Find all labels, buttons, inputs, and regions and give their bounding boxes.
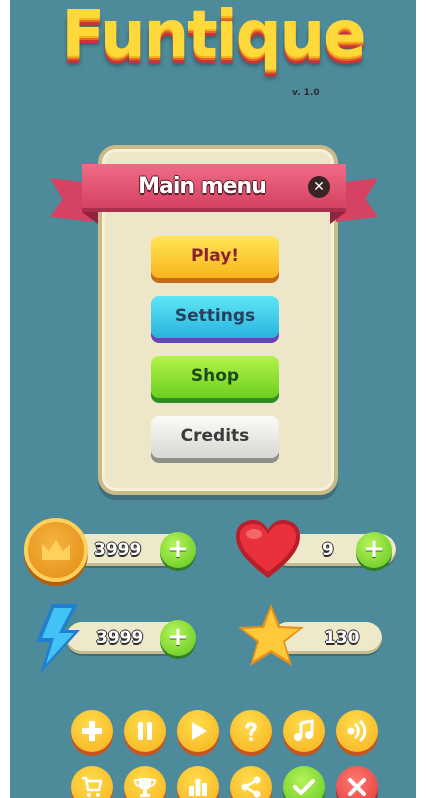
lives-value: 9 <box>322 540 334 560</box>
main-menu-header: Main menu ✕ <box>82 164 346 212</box>
music-button[interactable] <box>283 710 325 752</box>
pause-button[interactable] <box>124 710 166 752</box>
version-label: v. 1.0 <box>292 88 320 98</box>
play-circle-button[interactable] <box>177 710 219 752</box>
play-icon <box>192 722 207 740</box>
sound-button[interactable] <box>336 710 378 752</box>
play-button[interactable]: Play! <box>151 236 279 278</box>
add-coins-button[interactable]: + <box>160 532 196 568</box>
plus-icon <box>82 721 102 741</box>
credits-button[interactable]: Credits <box>151 416 279 458</box>
star-icon <box>238 604 304 666</box>
confirm-button[interactable] <box>283 766 325 798</box>
add-energy-button[interactable]: + <box>160 620 196 656</box>
close-menu-button[interactable]: ✕ <box>308 176 330 198</box>
plus-button[interactable] <box>71 710 113 752</box>
cart-button[interactable] <box>71 766 113 798</box>
leaderboard-button[interactable] <box>177 766 219 798</box>
add-lives-button[interactable]: + <box>356 532 392 568</box>
check-icon <box>293 779 315 795</box>
cart-icon <box>82 776 103 797</box>
pause-icon <box>138 722 152 740</box>
lightning-icon <box>36 604 80 674</box>
game-screen: Funtique v. 1.0 Main menu ✕ Play! Settin… <box>10 0 416 798</box>
close-icon <box>348 778 366 796</box>
game-logo: Funtique <box>61 0 367 72</box>
music-icon <box>294 719 314 741</box>
shop-button[interactable]: Shop <box>151 356 279 398</box>
share-button[interactable] <box>230 766 272 798</box>
cancel-button[interactable] <box>336 766 378 798</box>
energy-value: 3999 <box>96 628 144 648</box>
heart-icon <box>236 520 300 578</box>
help-button[interactable] <box>230 710 272 752</box>
coins-value: 3999 <box>94 540 142 560</box>
settings-button[interactable]: Settings <box>151 296 279 338</box>
main-menu-title: Main menu <box>138 174 267 199</box>
trophy-icon <box>133 778 157 797</box>
leaderboard-icon <box>189 779 207 796</box>
help-icon <box>245 722 257 741</box>
trophy-button[interactable] <box>124 766 166 798</box>
share-icon <box>241 776 261 798</box>
close-icon: ✕ <box>313 179 325 195</box>
crown-coin-icon <box>24 518 88 582</box>
sound-icon <box>347 720 367 742</box>
stars-value: 130 <box>324 628 360 648</box>
